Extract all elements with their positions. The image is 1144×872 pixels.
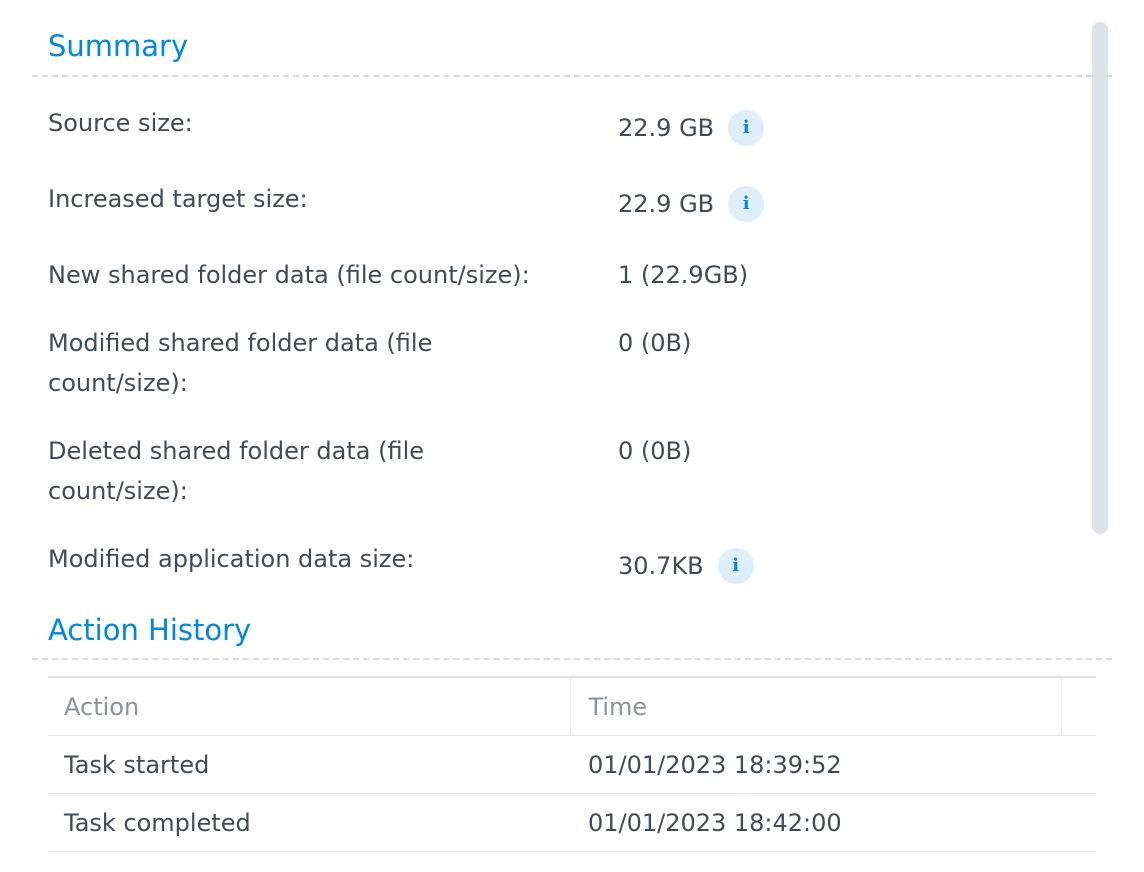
spacer-cell bbox=[1061, 735, 1096, 794]
action-cell: Task completed bbox=[48, 793, 571, 852]
summary-title: Summary bbox=[48, 29, 189, 63]
table-header-row: Action Time bbox=[48, 676, 1096, 736]
summary-divider bbox=[32, 75, 1112, 77]
action-history-table: Action Time Task started 01/01/2023 18:3… bbox=[48, 676, 1096, 852]
spacer-cell bbox=[1061, 793, 1096, 852]
action-history-title: Action History bbox=[48, 613, 252, 647]
source-size-value: 22.9 GB bbox=[618, 114, 715, 142]
info-icon[interactable]: i bbox=[717, 548, 754, 584]
deleted-shared-folder-data-value: 0 (0B) bbox=[618, 437, 692, 465]
column-header-action[interactable]: Action bbox=[48, 676, 572, 736]
table-row[interactable]: Task completed 01/01/2023 18:42:00 bbox=[48, 793, 1096, 852]
increased-target-size-value: 22.9 GB bbox=[618, 190, 715, 218]
deleted-shared-folder-data-label: Deleted shared folder data (file count/s… bbox=[48, 437, 425, 505]
source-size-value-group: 22.9 GB i bbox=[618, 110, 765, 146]
column-header-time[interactable]: Time bbox=[570, 676, 1063, 736]
new-shared-folder-data-label: New shared folder data (file count/size)… bbox=[48, 261, 530, 289]
info-icon[interactable]: i bbox=[728, 186, 765, 222]
modified-application-data-size-value: 30.7KB bbox=[618, 552, 704, 580]
time-cell: 01/01/2023 18:42:00 bbox=[570, 793, 1062, 852]
increased-target-size-value-group: 22.9 GB i bbox=[618, 186, 765, 222]
source-size-label: Source size: bbox=[48, 109, 193, 137]
increased-target-size-label: Increased target size: bbox=[48, 185, 308, 213]
column-header-spacer bbox=[1061, 676, 1096, 736]
modified-shared-folder-data-value: 0 (0B) bbox=[618, 329, 692, 357]
modified-application-data-size-value-group: 30.7KB i bbox=[618, 548, 754, 584]
scrollbar-thumb[interactable] bbox=[1092, 22, 1108, 534]
action-cell: Task started bbox=[48, 735, 571, 794]
modified-application-data-size-label: Modified application data size: bbox=[48, 545, 415, 573]
new-shared-folder-data-value: 1 (22.9GB) bbox=[618, 261, 749, 289]
action-history-divider bbox=[32, 658, 1112, 660]
modified-shared-folder-data-label: Modified shared folder data (file count/… bbox=[48, 329, 433, 397]
info-icon[interactable]: i bbox=[728, 110, 765, 146]
table-row[interactable]: Task started 01/01/2023 18:39:52 bbox=[48, 735, 1096, 794]
time-cell: 01/01/2023 18:39:52 bbox=[570, 735, 1062, 794]
